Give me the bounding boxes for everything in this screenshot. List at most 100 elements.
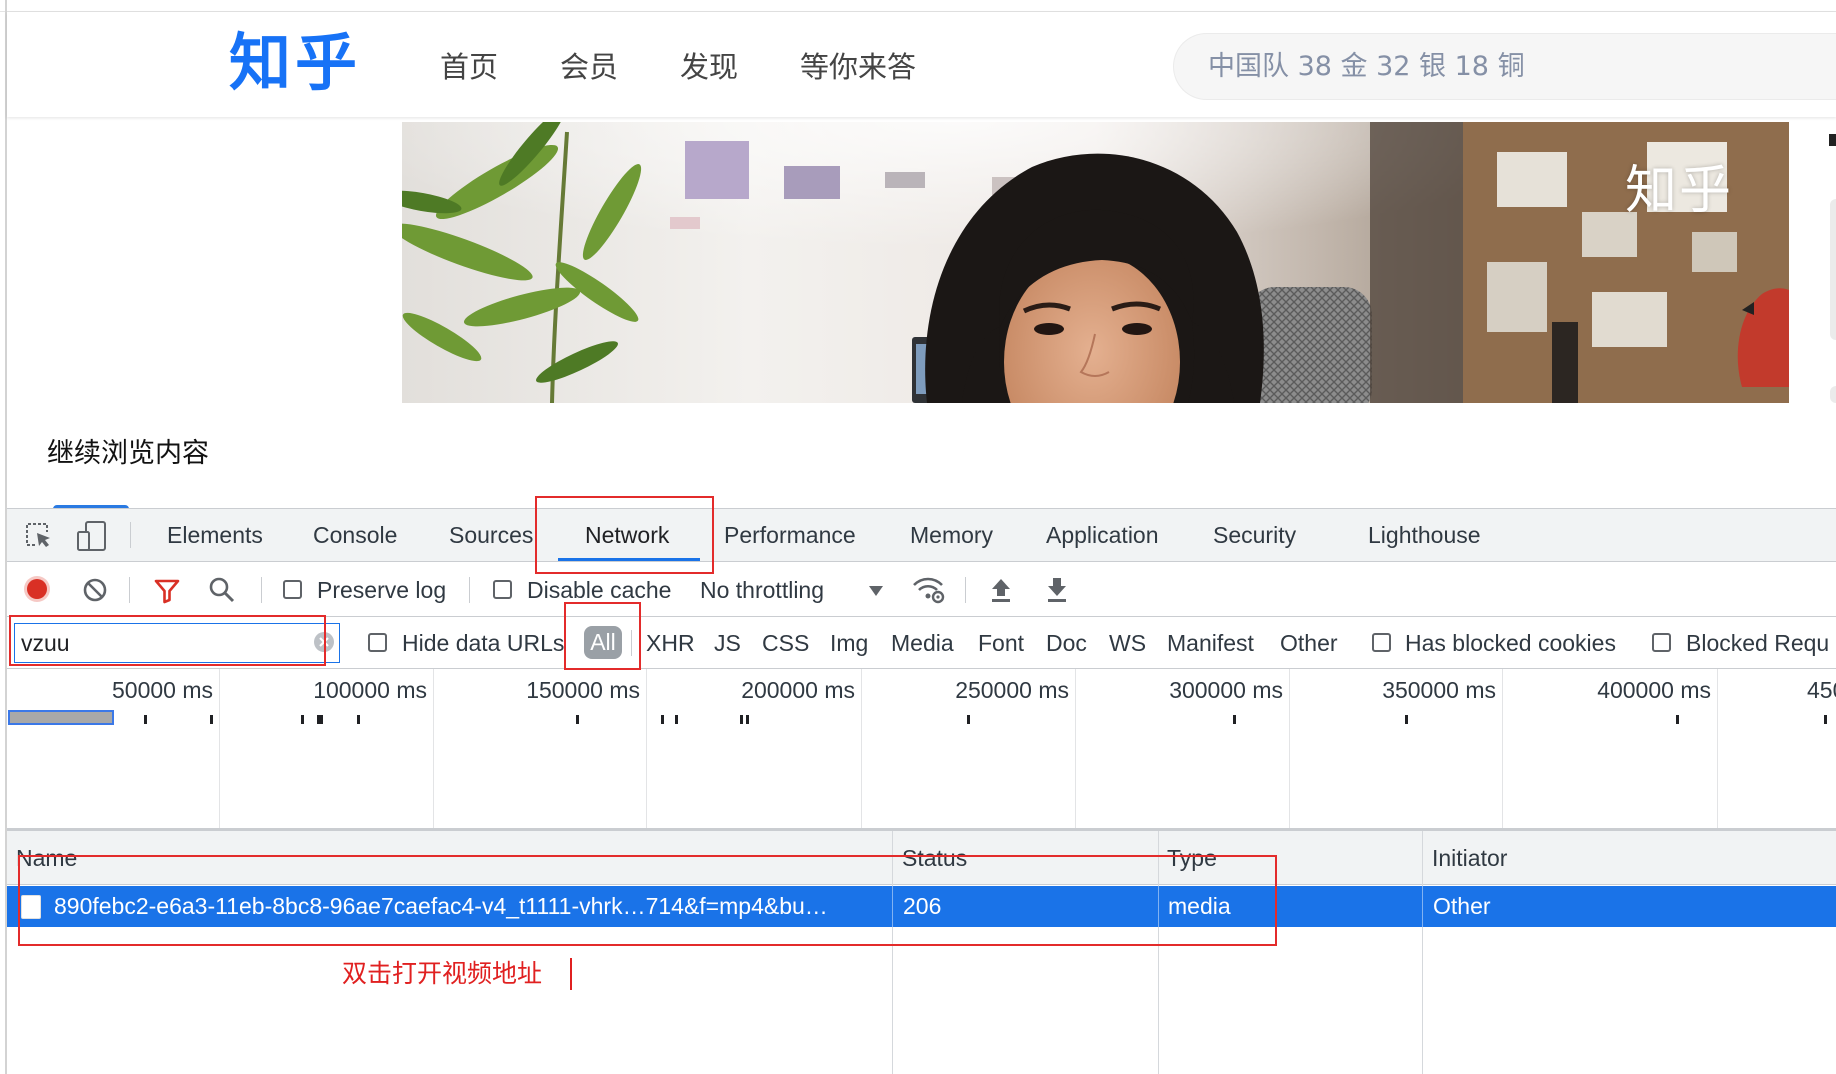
filter-type-doc[interactable]: Doc [1046, 618, 1087, 668]
column-header-name[interactable]: Name [16, 838, 77, 878]
filter-type-all[interactable]: All [584, 626, 622, 659]
filter-input[interactable] [14, 623, 340, 663]
tab-performance[interactable]: Performance [724, 509, 856, 562]
search-input[interactable]: 中国队 38 金 32 银 18 铜 [1173, 33, 1836, 100]
inspect-element-icon[interactable] [24, 521, 54, 551]
nav-item-waiting-answers[interactable]: 等你来答 [800, 47, 916, 87]
tab-security[interactable]: Security [1213, 509, 1296, 562]
search-icon[interactable] [208, 576, 236, 604]
clear-filter-icon[interactable] [313, 631, 335, 653]
column-divider[interactable] [892, 831, 893, 1074]
timeline-grid-line [861, 669, 862, 829]
request-tick-mark [1233, 715, 1236, 724]
tab-sources[interactable]: Sources [449, 509, 533, 562]
network-conditions-icon[interactable] [912, 575, 946, 605]
disable-cache-label[interactable]: Disable cache [527, 563, 671, 617]
column-header-type[interactable]: Type [1167, 838, 1217, 878]
timeline-grid-line [646, 669, 647, 829]
filter-type-other[interactable]: Other [1280, 618, 1338, 668]
dropdown-arrow-icon[interactable] [868, 584, 884, 596]
file-icon [21, 895, 41, 919]
has-blocked-cookies-checkbox[interactable] [1372, 633, 1391, 652]
tab-console[interactable]: Console [313, 509, 397, 562]
request-tick-mark [144, 715, 147, 724]
video-frame-image [402, 122, 1789, 403]
tab-memory[interactable]: Memory [910, 509, 993, 562]
side-card-edge [1829, 134, 1836, 146]
nav-item-discover[interactable]: 发现 [680, 47, 738, 87]
timeline-label: 300000 ms [1169, 677, 1283, 703]
filter-type-manifest[interactable]: Manifest [1167, 618, 1254, 668]
filter-type-media[interactable]: Media [891, 618, 954, 668]
request-tick-mark [661, 715, 664, 724]
tab-elements[interactable]: Elements [167, 509, 263, 562]
timeline-grid-line [219, 669, 220, 829]
filter-type-ws[interactable]: WS [1109, 618, 1146, 668]
export-har-icon[interactable] [1045, 576, 1069, 604]
filter-type-js[interactable]: JS [714, 618, 741, 668]
hide-data-urls-label[interactable]: Hide data URLs [402, 618, 564, 668]
search-placeholder: 中国队 38 金 32 银 18 铜 [1208, 51, 1525, 82]
request-type-cell[interactable]: media [1158, 886, 1422, 927]
device-toolbar-icon[interactable] [76, 520, 108, 552]
column-divider[interactable] [1158, 831, 1159, 1074]
filter-type-xhr[interactable]: XHR [646, 618, 695, 668]
record-icon[interactable] [23, 575, 51, 603]
timeline-request-bar [8, 710, 114, 725]
nav-item-home[interactable]: 首页 [440, 47, 498, 87]
import-har-icon[interactable] [989, 576, 1013, 604]
annotation-text: 双击打开视频地址 [342, 959, 543, 988]
toolbar-separator [130, 522, 131, 548]
timeline-grid-line [1075, 669, 1076, 829]
blocked-requests-label[interactable]: Blocked Requ [1686, 618, 1836, 668]
side-card-edge [1830, 386, 1836, 403]
timeline-label: 400000 ms [1597, 677, 1711, 703]
toolbar-separator [965, 577, 966, 603]
request-tick-mark [1405, 715, 1408, 724]
timeline-grid-line [1502, 669, 1503, 829]
nav-item-membership[interactable]: 会员 [560, 47, 618, 87]
video-player[interactable]: 知乎 [402, 122, 1789, 403]
filter-icon[interactable] [153, 578, 181, 604]
timeline-grid-line [1717, 669, 1718, 829]
request-initiator-cell[interactable]: Other [1422, 886, 1836, 927]
toolbar-separator [469, 577, 470, 603]
request-tick-mark [967, 715, 970, 724]
filter-type-img[interactable]: Img [830, 618, 868, 668]
preserve-log-label[interactable]: Preserve log [317, 563, 446, 617]
column-header-initiator[interactable]: Initiator [1432, 838, 1507, 878]
has-blocked-cookies-label[interactable]: Has blocked cookies [1405, 618, 1616, 668]
preserve-log-checkbox[interactable] [283, 580, 302, 599]
timeline-label: 250000 ms [955, 677, 1069, 703]
timeline-label: 100000 ms [313, 677, 427, 703]
throttling-select[interactable]: No throttling [700, 563, 824, 617]
timeline-label: 450 [1807, 677, 1836, 703]
request-name-cell[interactable]: 890febc2-e6a3-11eb-8bc8-96ae7caefac4-v4_… [54, 886, 888, 927]
filter-separator [631, 630, 632, 656]
column-header-status[interactable]: Status [902, 838, 967, 878]
tab-lighthouse[interactable]: Lighthouse [1368, 509, 1481, 562]
filter-type-css[interactable]: CSS [762, 618, 809, 668]
request-tick-mark [317, 715, 323, 724]
request-tick-mark [1824, 715, 1827, 724]
filter-type-font[interactable]: Font [978, 618, 1024, 668]
side-card-edge [1830, 199, 1836, 340]
tab-network[interactable]: Network [585, 509, 669, 562]
request-tick-mark [210, 715, 213, 724]
toolbar-separator [261, 577, 262, 603]
site-logo[interactable]: 知乎 [229, 30, 361, 96]
hide-data-urls-checkbox[interactable] [368, 633, 387, 652]
timeline-label: 350000 ms [1382, 677, 1496, 703]
request-status-cell[interactable]: 206 [892, 886, 1158, 927]
clear-icon[interactable] [82, 577, 108, 603]
shelf-shadow [1370, 122, 1470, 403]
request-tick-mark [357, 715, 360, 724]
continue-browsing-link[interactable]: 继续浏览内容 [47, 437, 209, 471]
column-divider[interactable] [1422, 831, 1423, 1074]
request-tick-mark [301, 715, 304, 724]
chair [1247, 287, 1372, 403]
blocked-requests-checkbox[interactable] [1652, 633, 1671, 652]
timeline-grid-line [433, 669, 434, 829]
disable-cache-checkbox[interactable] [493, 580, 512, 599]
tab-application[interactable]: Application [1046, 509, 1159, 562]
